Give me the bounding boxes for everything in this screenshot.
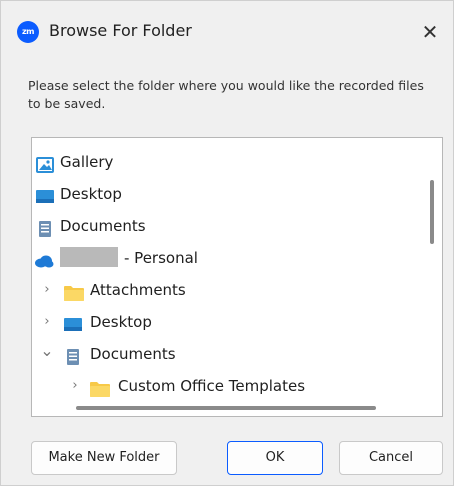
cancel-button[interactable]: Cancel <box>339 441 443 475</box>
tree-item-label: Documents <box>60 217 146 235</box>
tree-item-attachments[interactable]: › Attachments <box>32 276 422 304</box>
documents-icon <box>36 218 54 237</box>
tree-item-documents[interactable]: Documents <box>32 212 422 240</box>
tree-item-onedrive-desktop[interactable]: › Desktop <box>32 308 422 336</box>
tree-item-desktop[interactable]: Desktop <box>32 180 422 208</box>
desktop-icon <box>36 186 54 203</box>
tree-item-onedrive-personal[interactable]: - Personal <box>32 244 422 272</box>
horizontal-scrollbar-thumb[interactable] <box>76 406 376 410</box>
expand-chevron-icon[interactable]: › <box>40 276 54 304</box>
browse-for-folder-dialog: zm Browse For Folder ✕ Please select the… <box>0 0 454 486</box>
folder-icon <box>64 282 84 301</box>
folder-icon <box>90 378 110 397</box>
collapse-chevron-icon[interactable]: ⌄ <box>40 340 54 368</box>
vertical-scrollbar-thumb[interactable] <box>430 180 434 244</box>
desktop-icon <box>64 314 82 331</box>
tree-item-onedrive-documents[interactable]: ⌄ Documents <box>32 340 422 368</box>
tree-item-label: - Personal <box>124 249 198 267</box>
tree-item-label: Desktop <box>60 185 122 203</box>
onedrive-cloud-icon <box>34 250 54 268</box>
redacted-account-name <box>60 247 118 267</box>
documents-icon <box>64 346 82 365</box>
close-button[interactable]: ✕ <box>415 17 445 47</box>
tree-item-label: Attachments <box>90 281 186 299</box>
dialog-title: Browse For Folder <box>49 21 192 40</box>
tree-item-custom-office-templates[interactable]: › Custom Office Templates <box>32 372 422 400</box>
tree-item-label: Desktop <box>90 313 152 331</box>
tree-item-gallery[interactable]: Gallery <box>32 148 422 176</box>
tree-item-label: Custom Office Templates <box>118 377 306 395</box>
expand-chevron-icon[interactable]: › <box>68 372 82 400</box>
tree-item-label: Documents <box>90 345 176 363</box>
zoom-app-icon: zm <box>17 21 39 43</box>
make-new-folder-button[interactable]: Make New Folder <box>31 441 177 475</box>
gallery-icon <box>36 154 54 173</box>
title-bar: zm Browse For Folder ✕ <box>1 1 453 57</box>
expand-chevron-icon[interactable]: › <box>40 308 54 336</box>
tree-item-label: Gallery <box>60 153 114 171</box>
ok-button[interactable]: OK <box>227 441 323 475</box>
folder-tree[interactable]: Gallery Desktop Documents - Personal › A… <box>31 137 443 417</box>
instruction-text: Please select the folder where you would… <box>28 78 424 111</box>
